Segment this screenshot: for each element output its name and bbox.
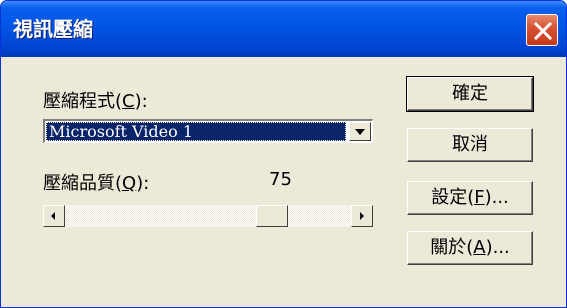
configure-button[interactable]: 設定(F)... [407, 181, 533, 215]
slider-thumb[interactable] [255, 205, 288, 227]
compressor-label: 壓縮程式(C): [43, 91, 148, 112]
about-button[interactable]: 關於(A)... [407, 231, 533, 265]
cancel-button[interactable]: 取消 [407, 128, 533, 162]
about-mnemonic: A [473, 237, 486, 258]
title-bar[interactable]: 視訊壓縮 [1, 1, 566, 57]
scroll-right-button[interactable] [351, 205, 373, 227]
arrow-right-icon [360, 212, 364, 220]
window-title: 視訊壓縮 [13, 17, 93, 41]
quality-mnemonic: Q [122, 173, 137, 194]
compressor-mnemonic: C [122, 91, 135, 112]
quality-label: 壓縮品質(Q): [43, 173, 150, 194]
dialog-body: 壓縮程式(C): Microsoft Video 1 壓縮品質(Q): 75 確… [7, 57, 560, 303]
video-compression-dialog: 視訊壓縮 壓縮程式(C): Microsoft Video 1 壓縮品質(Q):… [0, 0, 567, 308]
close-button[interactable] [526, 14, 558, 46]
dropdown-button[interactable] [349, 122, 371, 141]
arrow-left-icon [51, 212, 55, 220]
scroll-left-button[interactable] [43, 205, 65, 227]
compressor-selected-value[interactable]: Microsoft Video 1 [46, 122, 346, 141]
quality-slider[interactable] [43, 205, 373, 227]
close-icon [533, 21, 553, 41]
compressor-dropdown[interactable]: Microsoft Video 1 [43, 119, 373, 143]
quality-value: 75 [269, 169, 292, 190]
configure-mnemonic: F [474, 187, 485, 208]
chevron-down-icon [355, 129, 365, 135]
ok-button[interactable]: 確定 [406, 76, 534, 112]
